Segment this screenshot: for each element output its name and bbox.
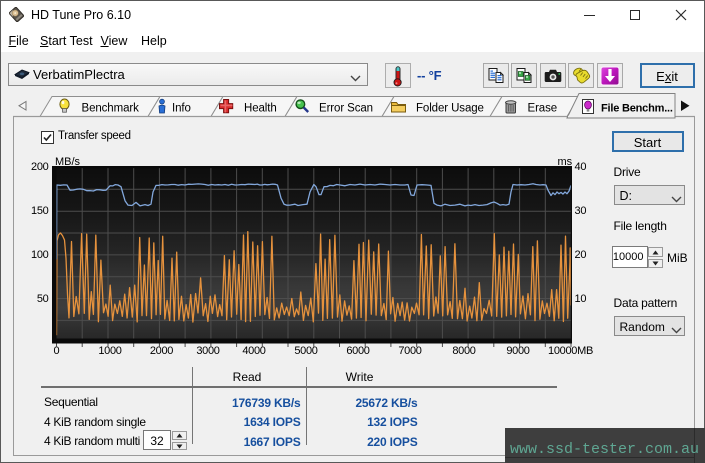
svg-text:Benchmark: Benchmark bbox=[82, 103, 140, 115]
svg-text:Info: Info bbox=[172, 103, 191, 115]
svg-text:Health: Health bbox=[244, 103, 277, 115]
svg-text:File Benchm...: File Benchm... bbox=[601, 103, 673, 115]
svg-text:Erase: Erase bbox=[528, 103, 558, 115]
svg-text:Error Scan: Error Scan bbox=[319, 103, 373, 115]
svg-text:Folder Usage: Folder Usage bbox=[416, 103, 484, 115]
